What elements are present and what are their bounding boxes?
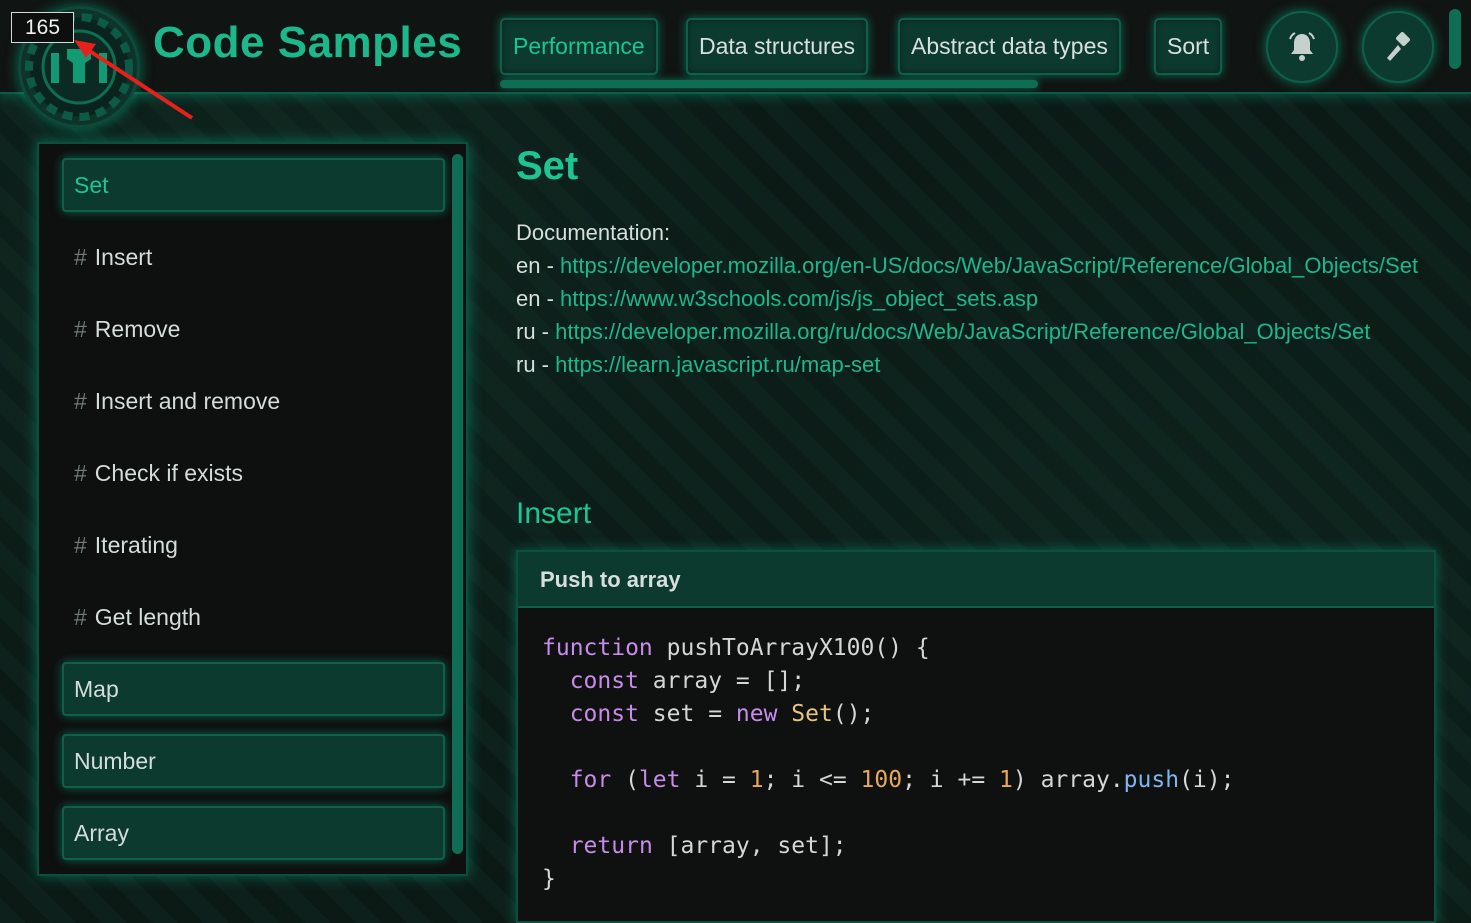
sidebar-group-array[interactable]: Array [62,806,445,860]
documentation-label: Documentation: [516,220,671,245]
doc-link[interactable]: https://developer.mozilla.org/ru/docs/We… [555,319,1370,344]
sidebar-item-label: Iterating [94,532,178,558]
section-title-insert: Insert [516,497,592,530]
red-arrow-annotation [74,40,194,120]
sidebar-item-label: Check if exists [94,460,244,486]
sidebar-group-set[interactable]: Set [62,158,445,212]
sidebar: Set # Insert # Remove # Insert and remove #… [37,142,468,876]
nav-sort[interactable]: Sort [1154,18,1223,75]
hash-icon: # [74,244,87,270]
code-card: Push to array function pushToArrayX100()… [516,550,1436,923]
sidebar-item-remove[interactable]: # Remove [74,316,180,343]
sidebar-item-insert-and-remove[interactable]: # Insert and remove [74,388,280,415]
doc-link[interactable]: https://developer.mozilla.org/en-US/docs… [560,253,1418,278]
sidebar-item-get-length[interactable]: # Get length [74,604,201,631]
doc-lang: ru [516,352,536,377]
code-line: for (let i = 1; i <= 100; i += 1) array.… [569,767,1235,793]
sidebar-item-insert[interactable]: # Insert [74,244,152,271]
page-title: Set [516,144,579,188]
doc-link-row: ru - https://learn.javascript.ru/map-set [516,352,881,377]
nav-abstract-data-types[interactable]: Abstract data types [898,18,1121,75]
bell-icon [1289,32,1315,61]
code-line: return [array, set]; [569,833,847,859]
sidebar-item-label: Insert and remove [94,388,281,414]
header-scrollbar[interactable] [1449,9,1461,69]
hash-icon: # [74,316,87,342]
doc-lang: en [516,253,541,278]
doc-link-row: ru - https://developer.mozilla.org/ru/do… [516,319,1371,344]
hash-icon: # [74,460,87,486]
brush-icon [1387,32,1410,61]
documentation-block: Documentation: en - https://developer.mo… [516,216,1441,381]
notifications-button[interactable] [1266,11,1338,83]
sidebar-item-check-if-exists[interactable]: # Check if exists [74,460,243,487]
theme-button[interactable] [1362,11,1434,83]
doc-lang: en [516,286,541,311]
code-line: } [542,866,556,892]
sidebar-item-iterating[interactable]: # Iterating [74,532,178,559]
doc-link[interactable]: https://learn.javascript.ru/map-set [555,352,880,377]
sidebar-item-label: Insert [94,244,153,270]
code-line: function pushToArrayX100() { [542,635,930,661]
sidebar-group-number[interactable]: Number [62,734,445,788]
doc-link[interactable]: https://www.w3schools.com/js/js_object_s… [560,286,1038,311]
hash-icon: # [74,604,87,630]
nav-active-indicator [500,80,1038,88]
doc-link-row: en - https://www.w3schools.com/js/js_obj… [516,286,1039,311]
code-block: function pushToArrayX100() { const array… [518,608,1434,896]
top-header: Code Samples Performance Data structures… [0,0,1471,94]
sidebar-scrollbar[interactable] [452,154,463,854]
doc-link-row: en - https://developer.mozilla.org/en-US… [516,253,1419,278]
hash-icon: # [74,532,87,558]
code-line: const array = []; [569,668,806,694]
code-line: const set = new Set(); [569,701,875,727]
sidebar-group-map[interactable]: Map [62,662,445,716]
sidebar-item-label: Get length [94,604,201,630]
nav-data-structures[interactable]: Data structures [686,18,868,75]
doc-lang: ru [516,319,536,344]
code-card-title: Push to array [518,552,1434,608]
hash-icon: # [74,388,87,414]
sidebar-item-label: Remove [94,316,181,342]
nav-performance[interactable]: Performance [500,18,658,75]
